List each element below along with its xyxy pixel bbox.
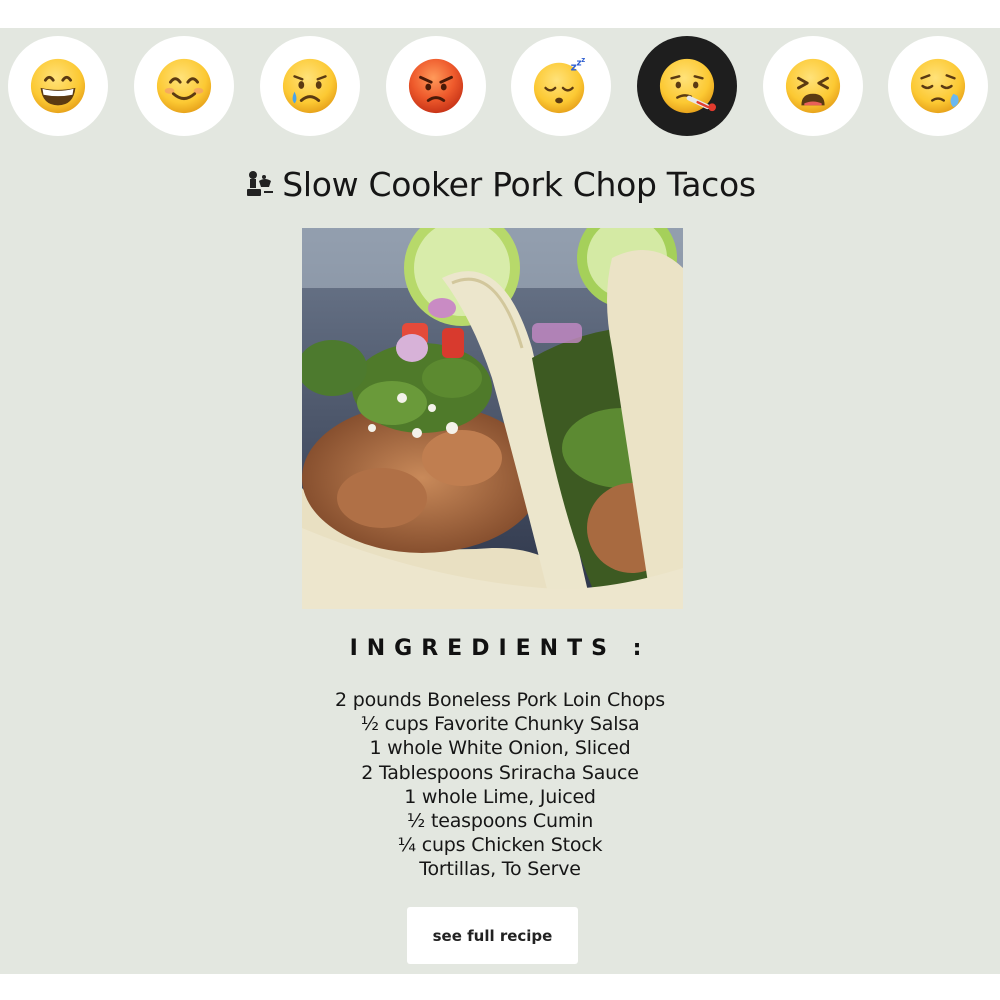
ingredient-item: 1 whole White Onion, Sliced [369,737,631,760]
svg-text:z: z [581,57,585,64]
ingredient-item: ½ teaspoons Cumin [406,810,594,833]
page-bottom-margin [0,974,1000,1000]
mood-angry-button[interactable] [386,36,486,136]
ingredient-item: Tortillas, To Serve [419,858,581,881]
sleeping-face-icon: z z z [533,57,585,114]
ingredient-item: 1 whole Lime, Juiced [404,785,596,808]
mood-selector: z z z [0,36,1000,138]
face-with-thermometer-icon [659,58,716,114]
mood-smiling-button[interactable] [134,36,234,136]
tired-face-icon [785,58,841,114]
see-full-recipe-button[interactable]: see full recipe [407,907,578,964]
ingredient-item: 2 Tablespoons Sriracha Sauce [361,761,639,784]
recipe-title: Slow Cooker Pork Chop Tacos [282,164,756,204]
crying-face-icon [282,58,338,114]
tacos-photo-illustration [302,228,683,609]
mood-recipe-app: z z z Slow Cooker Pork Chop Tacos INGRED… [0,28,1000,974]
mood-tired-button[interactable] [763,36,863,136]
ingredient-item: 2 pounds Boneless Pork Loin Chops [335,689,665,711]
angry-face-icon [408,58,464,114]
mood-sleeping-button[interactable]: z z z [511,36,611,136]
ingredients-heading: INGREDIENTS : [349,636,651,661]
recipe-title-row: Slow Cooker Pork Chop Tacos [0,160,1000,208]
sleepy-face-icon [910,58,966,114]
ingredient-item: ¼ cups Chicken Stock [397,834,603,857]
smiling-face-icon [156,58,212,114]
grinning-face-icon [30,58,86,114]
recipe-photo [302,228,683,609]
mood-sleepy-button[interactable] [888,36,988,136]
chef-cooking-icon [247,171,274,196]
ingredient-list: 2 pounds Boneless Pork Loin Chops ½ cups… [0,688,1000,882]
mood-sick-button[interactable] [637,36,737,136]
mood-grinning-button[interactable] [8,36,108,136]
ingredient-item: ½ cups Favorite Chunky Salsa [360,713,640,736]
mood-crying-button[interactable] [260,36,360,136]
